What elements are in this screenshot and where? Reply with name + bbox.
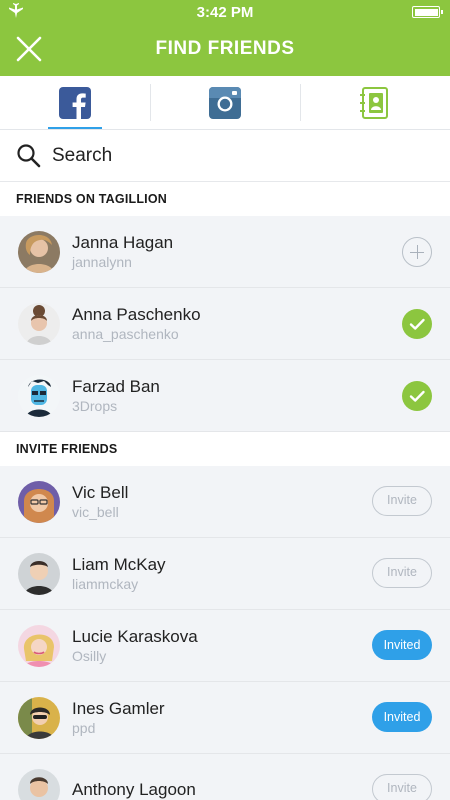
battery-icon: [412, 6, 443, 18]
section-title-invite: INVITE FRIENDS: [0, 432, 450, 466]
tab-facebook[interactable]: [0, 76, 150, 129]
list-item[interactable]: Farzad Ban 3Drops: [0, 360, 450, 432]
search-icon: [17, 143, 41, 167]
contacts-book-icon: [360, 86, 388, 119]
friend-handle: jannalynn: [72, 253, 132, 270]
friend-name: Anna Paschenko: [72, 304, 201, 324]
avatar: [18, 624, 60, 667]
avatar: [18, 552, 60, 595]
avatar: [18, 696, 60, 739]
added-friend-button[interactable]: [402, 381, 432, 412]
list-item[interactable]: Janna Hagan jannalynn: [0, 216, 450, 288]
plus-icon: [402, 237, 432, 267]
tab-instagram[interactable]: [150, 76, 300, 129]
app-header: 3:42 PM FIND FRIENDS: [0, 0, 450, 76]
friend-name: Farzad Ban: [72, 376, 160, 396]
invite-list: Vic Bell vic_bell Invite Liam McKay liam…: [0, 466, 450, 800]
invite-button-label: Invite: [372, 558, 432, 588]
avatar: [18, 374, 60, 417]
list-item[interactable]: Vic Bell vic_bell Invite: [0, 466, 450, 538]
facebook-icon: [59, 86, 91, 119]
invited-button[interactable]: Invited: [372, 702, 432, 734]
instagram-icon: [209, 86, 241, 119]
avatar: [18, 480, 60, 523]
source-tabs: [0, 76, 450, 130]
invited-button-label: Invited: [372, 630, 432, 660]
invite-button-label: Invite: [372, 486, 432, 516]
search-input[interactable]: Search: [52, 145, 112, 167]
add-friend-button[interactable]: [402, 237, 432, 268]
avatar: [18, 230, 60, 273]
invite-button[interactable]: Invite: [372, 558, 432, 590]
list-item[interactable]: Lucie Karaskova Osilly Invited: [0, 610, 450, 682]
page-title: FIND FRIENDS: [155, 38, 295, 59]
invite-button[interactable]: Invite: [372, 774, 432, 800]
invite-button-label: Invite: [372, 774, 432, 800]
invited-button-label: Invited: [372, 702, 432, 732]
list-item[interactable]: Liam McKay liammckay Invite: [0, 538, 450, 610]
checkmark-icon: [402, 309, 432, 339]
tab-contacts[interactable]: [300, 76, 450, 129]
invite-button[interactable]: Invite: [372, 486, 432, 518]
checkmark-icon: [402, 381, 432, 411]
section-title-friends: FRIENDS ON TAGILLION: [0, 182, 450, 216]
status-bar: 3:42 PM: [0, 0, 450, 24]
friend-handle: 3Drops: [72, 397, 118, 414]
friend-name: Janna Hagan: [72, 232, 174, 252]
list-item[interactable]: Anthony Lagoon Invite: [0, 754, 450, 800]
added-friend-button[interactable]: [402, 309, 432, 340]
avatar: [18, 768, 60, 800]
avatar: [18, 302, 60, 345]
friends-list: Janna Hagan jannalynn Anna Paschenko ann…: [0, 216, 450, 432]
search-bar[interactable]: Search: [0, 130, 450, 182]
list-item[interactable]: Anna Paschenko anna_paschenko: [0, 288, 450, 360]
status-time: 3:42 PM: [196, 4, 254, 21]
list-item[interactable]: Ines Gamler ppd Invited: [0, 682, 450, 754]
invited-button[interactable]: Invited: [372, 630, 432, 662]
friend-handle: anna_paschenko: [72, 325, 179, 342]
